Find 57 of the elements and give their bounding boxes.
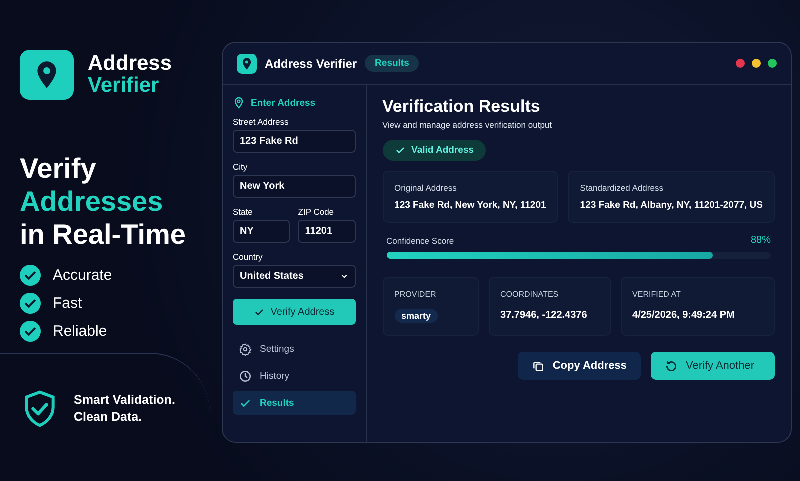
- settings-icon: [239, 342, 252, 356]
- confidence-label: Confidence Score: [386, 236, 454, 246]
- brand-name: Verifier: [88, 75, 160, 97]
- check-icon: [394, 145, 406, 156]
- detail-label: VERIFIED AT: [632, 290, 682, 299]
- card-label: Original Address: [394, 183, 458, 193]
- feature-label: Accurate: [53, 267, 112, 284]
- nav-item[interactable]: Settings: [233, 337, 356, 361]
- detail-label: COORDINATES: [500, 290, 560, 299]
- brand-name: Address: [88, 53, 172, 75]
- copy-icon: [532, 360, 545, 372]
- tagline: Clean Data.: [74, 408, 144, 426]
- detail-value: 4/25/2026, 9:49:24 PM: [632, 309, 736, 322]
- headline: in Real-Time: [20, 218, 187, 251]
- check-circle-icon: [20, 321, 41, 342]
- address-value: 123 Fake Rd, New York, NY, 11201: [394, 200, 546, 211]
- section-heading: Enter Address: [251, 98, 316, 108]
- copy-address-button[interactable]: Copy Address: [518, 352, 641, 380]
- page-subtitle: View and manage address verification output: [382, 120, 554, 130]
- window-title: Address Verifier: [265, 56, 358, 70]
- window-control-dot[interactable]: [752, 59, 761, 68]
- nav-item[interactable]: History: [233, 364, 356, 388]
- headline: Addresses: [20, 185, 164, 218]
- clock-icon: [239, 370, 252, 382]
- field-label: City: [233, 162, 249, 172]
- country-select[interactable]: United States: [233, 265, 356, 288]
- window-control-dot[interactable]: [736, 59, 745, 68]
- input-field[interactable]: 123 Fake Rd: [233, 130, 356, 153]
- window-control-dot[interactable]: [768, 59, 777, 68]
- input-field[interactable]: NY: [233, 220, 290, 243]
- tagline: Smart Validation.: [74, 392, 176, 408]
- detail-label: PROVIDER: [394, 290, 438, 299]
- results-badge: Results: [365, 55, 420, 72]
- status-text: Valid Address: [412, 145, 474, 156]
- refresh-icon: [665, 360, 678, 372]
- confidence-reading: 88%: [750, 235, 771, 246]
- verify-another-button[interactable]: Verify Another: [651, 352, 775, 380]
- feature-label: Fast: [53, 295, 82, 312]
- field-label: Street Address: [233, 117, 290, 127]
- check-circle-icon: [20, 265, 41, 286]
- field-label: State: [233, 207, 254, 217]
- input-field[interactable]: New York: [233, 175, 356, 198]
- nav-item[interactable]: Results: [233, 391, 356, 415]
- field-label: ZIP Code: [298, 207, 336, 217]
- headline: Verify: [20, 152, 98, 185]
- card-label: Standardized Address: [580, 183, 664, 193]
- page-title: Verification Results: [382, 97, 542, 117]
- chevron-down-icon: [340, 272, 349, 281]
- provider-tag: smarty: [394, 309, 438, 323]
- check-circle-icon: [20, 293, 41, 314]
- input-field[interactable]: 11201: [298, 220, 356, 243]
- feature-label: Reliable: [53, 323, 108, 340]
- verify-address-button[interactable]: Verify Address: [233, 299, 356, 325]
- detail-value: 37.7946, -122.4376: [500, 309, 588, 322]
- map-pin-icon: [233, 97, 245, 109]
- field-label: Country: [233, 252, 264, 262]
- address-value: 123 Fake Rd, Albany, NY, 11201-2077, US: [580, 200, 763, 211]
